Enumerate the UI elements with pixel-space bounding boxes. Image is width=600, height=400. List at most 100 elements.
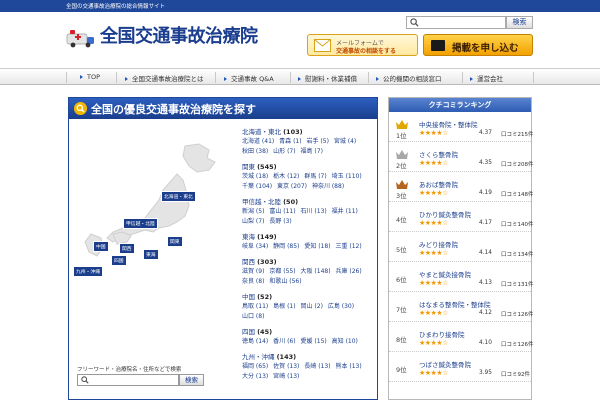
ranking-item[interactable]: 7位 はなまる整骨院・整体院 ★★★★☆ 4.12 口コミ126件 bbox=[389, 296, 534, 322]
prefecture-link[interactable]: 徳島 (14) bbox=[242, 338, 268, 345]
prefecture-link[interactable]: 島根 (1) bbox=[273, 303, 295, 310]
clinic-name[interactable]: つばさ鍼灸整骨院 bbox=[419, 359, 471, 369]
region-kanto[interactable]: 関東 bbox=[167, 236, 183, 247]
prefecture-link[interactable]: 青森 (1) bbox=[279, 138, 301, 145]
prefecture-link[interactable]: 山梨 (7) bbox=[242, 218, 264, 225]
prefecture-link[interactable]: 兵庫 (26) bbox=[335, 268, 361, 275]
prefecture-link[interactable]: 岐阜 (34) bbox=[242, 243, 268, 250]
prefecture-link[interactable]: 千葉 (104) bbox=[242, 183, 272, 190]
ambulance-icon[interactable] bbox=[66, 28, 96, 48]
clinic-name[interactable]: はなまる整骨院・整体院 bbox=[419, 299, 491, 309]
prefecture-link[interactable]: 愛媛 (15) bbox=[301, 338, 327, 345]
clinic-name[interactable]: やまと鍼灸接骨院 bbox=[419, 269, 471, 279]
prefecture-link[interactable]: 秋田 (38) bbox=[242, 148, 268, 155]
prefecture-link[interactable]: 滋賀 (9) bbox=[242, 268, 264, 275]
review-count[interactable]: 口コミ134件 bbox=[501, 250, 534, 258]
region-group-title[interactable]: 関西 (303) bbox=[242, 256, 374, 266]
region-chugoku[interactable]: 中国 bbox=[93, 241, 109, 252]
prefecture-link[interactable]: 岡山 (2) bbox=[301, 303, 323, 310]
nav-item-public-office[interactable]: 公的機関の相談窓口 bbox=[376, 73, 442, 83]
prefecture-link[interactable]: 山口 (8) bbox=[242, 313, 264, 320]
prefecture-link[interactable]: 石川 (13) bbox=[301, 208, 327, 215]
prefecture-link[interactable]: 佐賀 (13) bbox=[273, 363, 299, 370]
prefecture-link[interactable]: 香川 (6) bbox=[273, 338, 295, 345]
prefecture-link[interactable]: 長崎 (13) bbox=[304, 363, 330, 370]
prefecture-link[interactable]: 富山 (11) bbox=[269, 208, 295, 215]
review-count[interactable]: 口コミ131件 bbox=[501, 280, 534, 288]
region-hokkaido-tohoku[interactable]: 北海道・東北 bbox=[161, 191, 196, 202]
prefecture-link[interactable]: 京都 (55) bbox=[269, 268, 295, 275]
prefecture-link[interactable]: 山形 (7) bbox=[273, 148, 295, 155]
prefecture-link[interactable]: 熊本 (13) bbox=[335, 363, 361, 370]
review-count[interactable]: 口コミ126件 bbox=[501, 340, 534, 348]
review-count[interactable]: 口コミ92件 bbox=[501, 370, 530, 378]
free-search-input[interactable] bbox=[77, 374, 179, 386]
review-count[interactable]: 口コミ208件 bbox=[501, 160, 534, 168]
ranking-item[interactable]: 5位 みどり接骨院 ★★★★☆ 4.14 口コミ134件 bbox=[389, 236, 534, 262]
prefecture-link[interactable]: 広島 (30) bbox=[328, 303, 354, 310]
ranking-item[interactable]: 1位 中央接骨院・整体院 ★★★★☆ 4.37 口コミ215件 bbox=[389, 116, 534, 142]
review-count[interactable]: 口コミ140件 bbox=[501, 220, 534, 228]
region-group-title[interactable]: 甲信越・北陸 (50) bbox=[242, 196, 374, 206]
prefecture-link[interactable]: 宮崎 (13) bbox=[273, 373, 299, 380]
region-koshinetsu-hokuriku[interactable]: 甲信越・北陸 bbox=[123, 218, 158, 229]
region-group-title[interactable]: 九州・沖縄 (143) bbox=[242, 351, 374, 361]
prefecture-link[interactable]: 和歌山 (56) bbox=[269, 278, 301, 285]
prefecture-link[interactable]: 高知 (10) bbox=[332, 338, 358, 345]
prefecture-link[interactable]: 栃木 (12) bbox=[273, 173, 299, 180]
apply-listing-button[interactable]: 掲載を申し込む bbox=[423, 34, 533, 56]
prefecture-link[interactable]: 北海道 (41) bbox=[242, 138, 274, 145]
nav-item-qa[interactable]: 交通事故 Q&A bbox=[224, 73, 274, 83]
search-input[interactable] bbox=[406, 16, 506, 29]
prefecture-link[interactable]: 静岡 (85) bbox=[273, 243, 299, 250]
prefecture-link[interactable]: 三重 (12) bbox=[335, 243, 361, 250]
nav-item-about[interactable]: 全国交通事故治療院とは bbox=[125, 73, 204, 83]
clinic-name[interactable]: ひまわり接骨院 bbox=[419, 329, 465, 339]
region-group-title[interactable]: 関東 (545) bbox=[242, 161, 374, 171]
prefecture-link[interactable]: 群馬 (7) bbox=[304, 173, 326, 180]
prefecture-link[interactable]: 新潟 (5) bbox=[242, 208, 264, 215]
free-search-button[interactable]: 検索 bbox=[179, 374, 204, 386]
ranking-item[interactable]: 9位 つばさ鍼灸整骨院 ★★★★☆ 3.95 口コミ92件 bbox=[389, 356, 531, 382]
ranking-item[interactable]: 2位 さくら整骨院 ★★★★☆ 4.35 口コミ208件 bbox=[389, 146, 534, 172]
region-group-title[interactable]: 中国 (52) bbox=[242, 291, 374, 301]
prefecture-link[interactable]: 奈良 (8) bbox=[242, 278, 264, 285]
prefecture-link[interactable]: 宮城 (4) bbox=[334, 138, 356, 145]
region-tokai[interactable]: 東海 bbox=[143, 249, 159, 260]
prefecture-link[interactable]: 大分 (13) bbox=[242, 373, 268, 380]
search-button[interactable]: 検索 bbox=[506, 16, 533, 29]
clinic-name[interactable]: 中央接骨院・整体院 bbox=[419, 119, 478, 129]
region-kansai[interactable]: 関西 bbox=[119, 243, 135, 254]
clinic-name[interactable]: あおば整骨院 bbox=[419, 179, 458, 189]
nav-item-compensation[interactable]: 慰謝料・休業補償 bbox=[298, 73, 357, 83]
prefecture-link[interactable]: 愛知 (18) bbox=[304, 243, 330, 250]
prefecture-link[interactable]: 埼玉 (110) bbox=[332, 173, 362, 180]
review-count[interactable]: 口コミ148件 bbox=[501, 190, 534, 198]
prefecture-link[interactable]: 東京 (207) bbox=[277, 183, 307, 190]
region-group-title[interactable]: 北海道・東北 (103) bbox=[242, 126, 374, 136]
prefecture-link[interactable]: 神奈川 (88) bbox=[312, 183, 344, 190]
prefecture-link[interactable]: 茨城 (18) bbox=[242, 173, 268, 180]
ranking-item[interactable]: 6位 やまと鍼灸接骨院 ★★★★☆ 4.13 口コミ131件 bbox=[389, 266, 534, 292]
ranking-item[interactable]: 3位 あおば整骨院 ★★★★☆ 4.19 口コミ148件 bbox=[389, 176, 534, 202]
nav-item-company[interactable]: 運営会社 bbox=[470, 73, 503, 83]
review-count[interactable]: 口コミ126件 bbox=[501, 310, 534, 318]
review-count[interactable]: 口コミ215件 bbox=[501, 130, 534, 138]
clinic-name[interactable]: さくら整骨院 bbox=[419, 149, 458, 159]
mail-form-button[interactable]: メールフォームで 交通事故の相談をする bbox=[307, 34, 418, 56]
clinic-name[interactable]: ひかり鍼灸整骨院 bbox=[419, 209, 471, 219]
region-group-title[interactable]: 東海 (149) bbox=[242, 231, 374, 241]
prefecture-link[interactable]: 鳥取 (11) bbox=[242, 303, 268, 310]
region-group-title[interactable]: 四国 (45) bbox=[242, 326, 374, 336]
prefecture-link[interactable]: 福岡 (65) bbox=[242, 363, 268, 370]
region-shikoku[interactable]: 四国 bbox=[111, 255, 127, 266]
prefecture-link[interactable]: 長野 (3) bbox=[269, 218, 291, 225]
region-kyushu-okinawa[interactable]: 九州・沖縄 bbox=[73, 266, 103, 277]
prefecture-link[interactable]: 福島 (7) bbox=[301, 148, 323, 155]
ranking-item[interactable]: 4位 ひかり鍼灸整骨院 ★★★★☆ 4.17 口コミ140件 bbox=[389, 206, 534, 232]
ranking-item[interactable]: 8位 ひまわり接骨院 ★★★★☆ 4.10 口コミ126件 bbox=[389, 326, 534, 352]
clinic-name[interactable]: みどり接骨院 bbox=[419, 239, 458, 249]
prefecture-link[interactable]: 岩手 (5) bbox=[307, 138, 329, 145]
prefecture-link[interactable]: 大阪 (148) bbox=[301, 268, 331, 275]
nav-item-top[interactable]: TOP bbox=[80, 73, 100, 81]
